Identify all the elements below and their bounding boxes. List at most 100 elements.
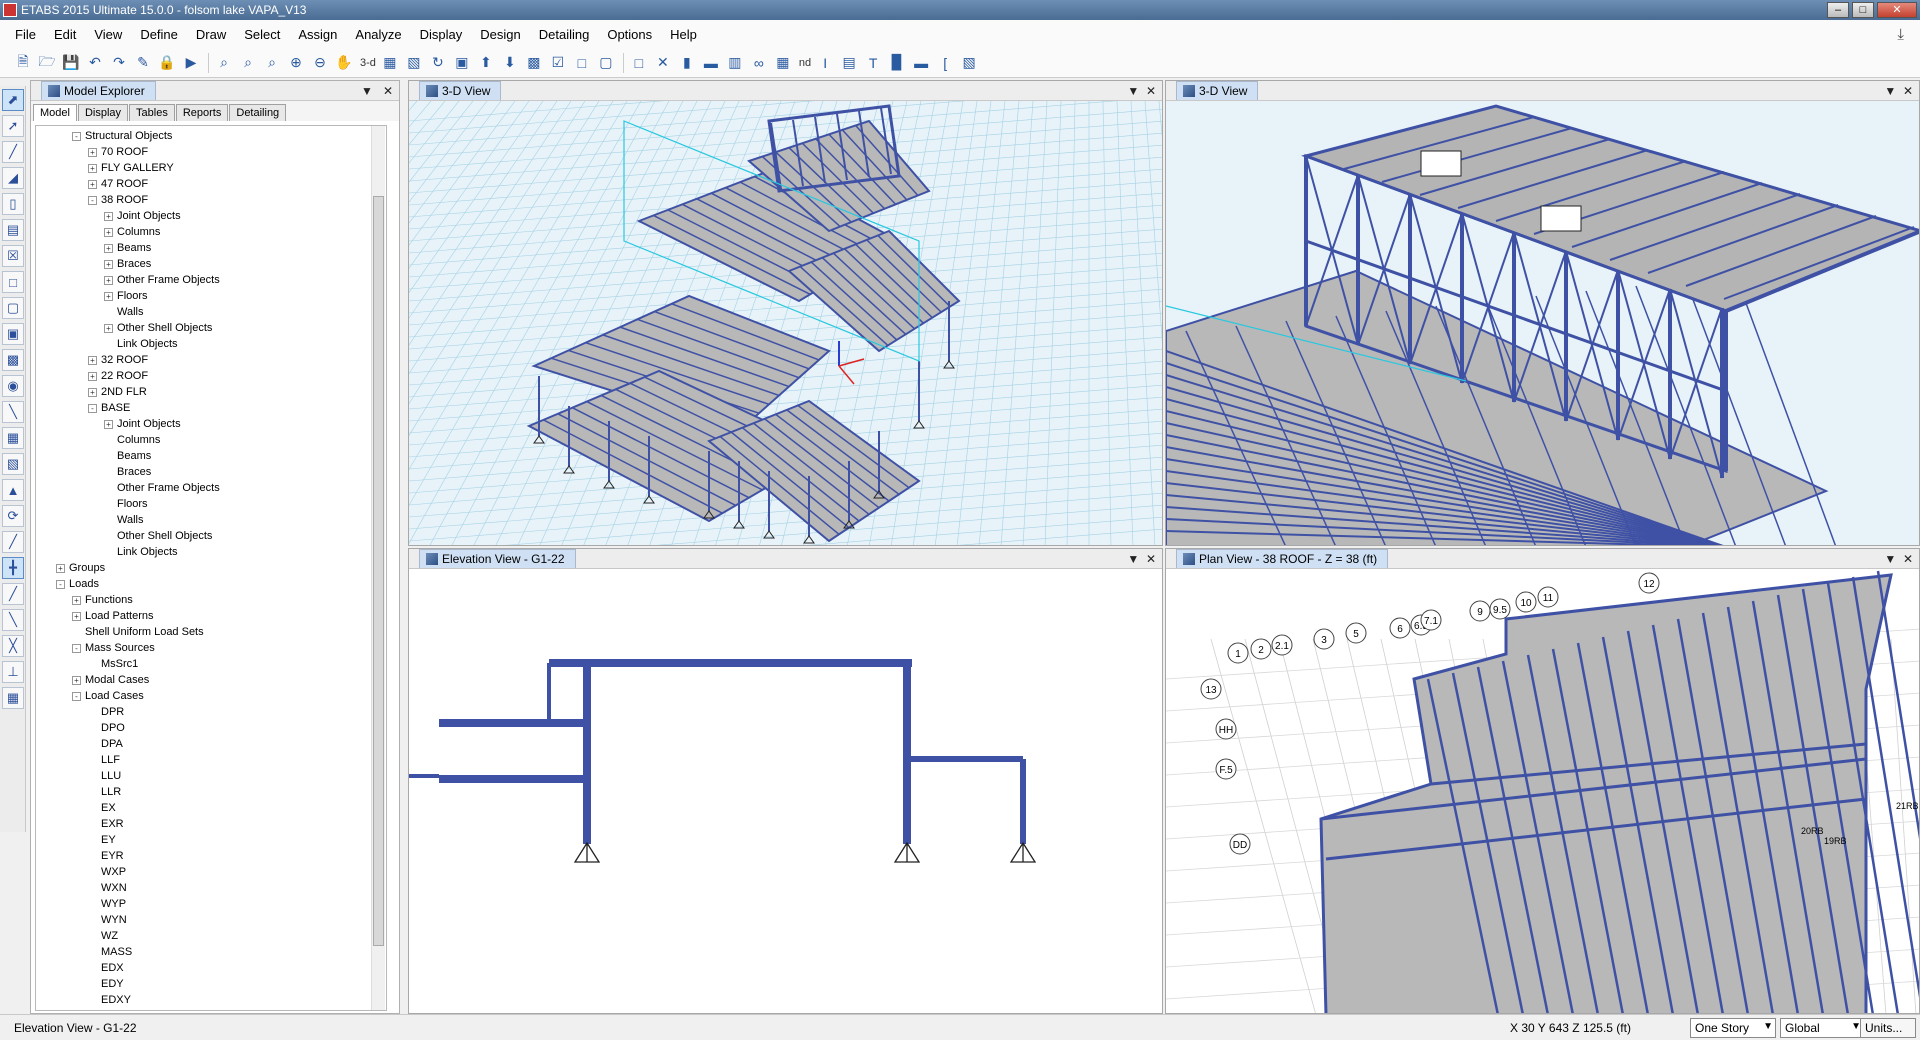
download-icon[interactable]: ⤓ (1897, 26, 1904, 43)
expand-icon[interactable]: + (104, 323, 113, 333)
menu-design[interactable]: Design (471, 27, 529, 42)
menu-help[interactable]: Help (661, 27, 706, 42)
view-tab[interactable]: Elevation View - G1-22 (419, 549, 576, 568)
tree-node[interactable]: MsSrc1 (88, 656, 138, 672)
draw-brace-icon[interactable]: ◢ (2, 167, 24, 189)
move-up-icon[interactable]: ⬆ (475, 52, 497, 74)
coordinate-system-select[interactable]: Global ▼ (1780, 1018, 1864, 1038)
expand-icon[interactable]: + (104, 259, 113, 269)
save-icon[interactable]: 💾 (60, 52, 82, 74)
beam-icon[interactable]: ▬ (700, 52, 722, 74)
view-dropdown-icon[interactable]: ▼ (1884, 552, 1896, 566)
tree-node[interactable]: EY (88, 832, 116, 848)
tree-node[interactable]: Other Frame Objects (104, 480, 220, 496)
run-analysis-icon[interactable]: ▶ (180, 52, 202, 74)
expand-icon[interactable]: + (88, 147, 97, 157)
menu-detailing[interactable]: Detailing (530, 27, 599, 42)
tab-detailing[interactable]: Detailing (229, 104, 287, 121)
tab-model[interactable]: Model (33, 104, 77, 121)
menu-draw[interactable]: Draw (187, 27, 235, 42)
minimize-button[interactable]: – (1827, 2, 1849, 18)
tree-node[interactable]: DPR (88, 704, 124, 720)
expand-icon[interactable]: + (88, 371, 97, 381)
menu-select[interactable]: Select (235, 27, 289, 42)
tree-node[interactable]: Link Objects (104, 544, 178, 560)
tree-node[interactable]: WXN (88, 880, 127, 896)
zoom-in-icon[interactable]: ⊕ (285, 52, 307, 74)
tree-node[interactable]: WXP (88, 864, 126, 880)
collapse-icon[interactable]: - (72, 131, 81, 141)
tree-node[interactable]: WYN (88, 912, 127, 928)
section-icon[interactable]: I (814, 52, 836, 74)
tree-node[interactable]: +22 ROOF (88, 368, 148, 384)
menu-analyze[interactable]: Analyze (346, 27, 410, 42)
snap-mid-icon[interactable]: ╲ (2, 609, 24, 631)
view-3d-left[interactable]: 3-D View ▼ ✕ (408, 80, 1163, 546)
tree-node[interactable]: Braces (104, 464, 151, 480)
collapse-icon[interactable]: - (72, 691, 81, 701)
expand-icon[interactable]: + (104, 211, 113, 221)
reshape-icon[interactable]: ➚ (2, 115, 24, 137)
view-tab[interactable]: Plan View - 38 ROOF - Z = 38 (ft) (1176, 549, 1389, 568)
tree-node[interactable]: + Joint Objects (104, 208, 181, 224)
tree-node[interactable]: + Columns (104, 224, 160, 240)
tree-node[interactable]: EXR (88, 816, 124, 832)
rotate-icon[interactable]: ↻ (427, 52, 449, 74)
tree-node[interactable]: + Braces (104, 256, 151, 272)
expand-icon[interactable]: + (104, 227, 113, 237)
plan-view-icon[interactable]: ▦ (379, 52, 401, 74)
tree-node[interactable]: MASS (88, 944, 132, 960)
tab-display[interactable]: Display (77, 104, 129, 121)
new-model-icon[interactable]: 🗎 (12, 52, 34, 74)
tab-reports[interactable]: Reports (175, 104, 229, 121)
draw-beam-icon[interactable]: ▤ (2, 219, 24, 241)
tree-node[interactable]: EX (88, 800, 116, 816)
tree-node[interactable]: EDX (88, 960, 124, 976)
draw-rect-floor-icon[interactable]: ▢ (2, 297, 24, 319)
draw-point-icon[interactable]: ◉ (2, 375, 24, 397)
draw-link-icon[interactable]: ╲ (2, 401, 24, 423)
tree-node[interactable]: LLF (88, 752, 120, 768)
tree-node[interactable]: LLU (88, 768, 121, 784)
checkbox-icon[interactable]: ☑ (547, 52, 569, 74)
redo-icon[interactable]: ↷ (108, 52, 130, 74)
snap-grid-icon[interactable]: ▦ (2, 687, 24, 709)
tree-node[interactable]: + Other Shell Objects (104, 320, 212, 336)
view-tab[interactable]: 3-D View (1176, 81, 1259, 100)
brace-icon[interactable]: ✕ (652, 52, 674, 74)
undo-icon[interactable]: ↶ (84, 52, 106, 74)
tree-node[interactable]: + FLY GALLERY (88, 160, 174, 176)
tree-node[interactable]: Walls (104, 512, 143, 528)
story-select[interactable]: One Story ▼ (1690, 1018, 1776, 1038)
view-elevation[interactable]: Elevation View - G1-22 ▼ ✕ (408, 548, 1163, 1014)
lock-icon[interactable]: 🔒 (156, 52, 178, 74)
pan-icon[interactable]: ✋ (333, 52, 355, 74)
model-3d-canvas[interactable] (409, 101, 1163, 546)
expand-icon[interactable]: + (72, 611, 81, 621)
link-icon[interactable]: ∞ (748, 52, 770, 74)
menu-file[interactable]: File (6, 27, 45, 42)
tree-node[interactable]: EDXY (88, 992, 131, 1008)
tree-node[interactable]: -38 ROOF (88, 192, 148, 208)
draw-wall-icon[interactable]: ▣ (2, 323, 24, 345)
view-close-icon[interactable]: ✕ (1903, 84, 1913, 98)
collapse-icon[interactable]: - (56, 579, 65, 589)
select-ps-icon[interactable]: ▲ (2, 479, 24, 501)
tree-node[interactable]: Link Objects (104, 336, 178, 352)
close-button[interactable]: ✕ (1877, 2, 1917, 18)
elevation-canvas[interactable] (409, 569, 1163, 1014)
tree-node[interactable]: - BASE (88, 400, 130, 416)
view-3d-button[interactable]: 3-d (357, 57, 379, 69)
model-explorer-tab[interactable]: Model Explorer (41, 81, 156, 100)
clear-selection-icon[interactable]: ⟳ (2, 505, 24, 527)
zoom-out-icon[interactable]: ⊖ (309, 52, 331, 74)
tree-node[interactable]: + Functions (72, 592, 133, 608)
tree-scrollbar[interactable] (371, 126, 385, 1010)
tee-icon[interactable]: T (862, 52, 884, 74)
view-dropdown-icon[interactable]: ▼ (1884, 84, 1896, 98)
tree-node[interactable]: WZ (88, 928, 118, 944)
maximize-button[interactable]: □ (1852, 2, 1874, 18)
tree-node[interactable]: DPO (88, 720, 125, 736)
tree-node[interactable]: Beams (104, 448, 151, 464)
tree-node[interactable]: +47 ROOF (88, 176, 148, 192)
